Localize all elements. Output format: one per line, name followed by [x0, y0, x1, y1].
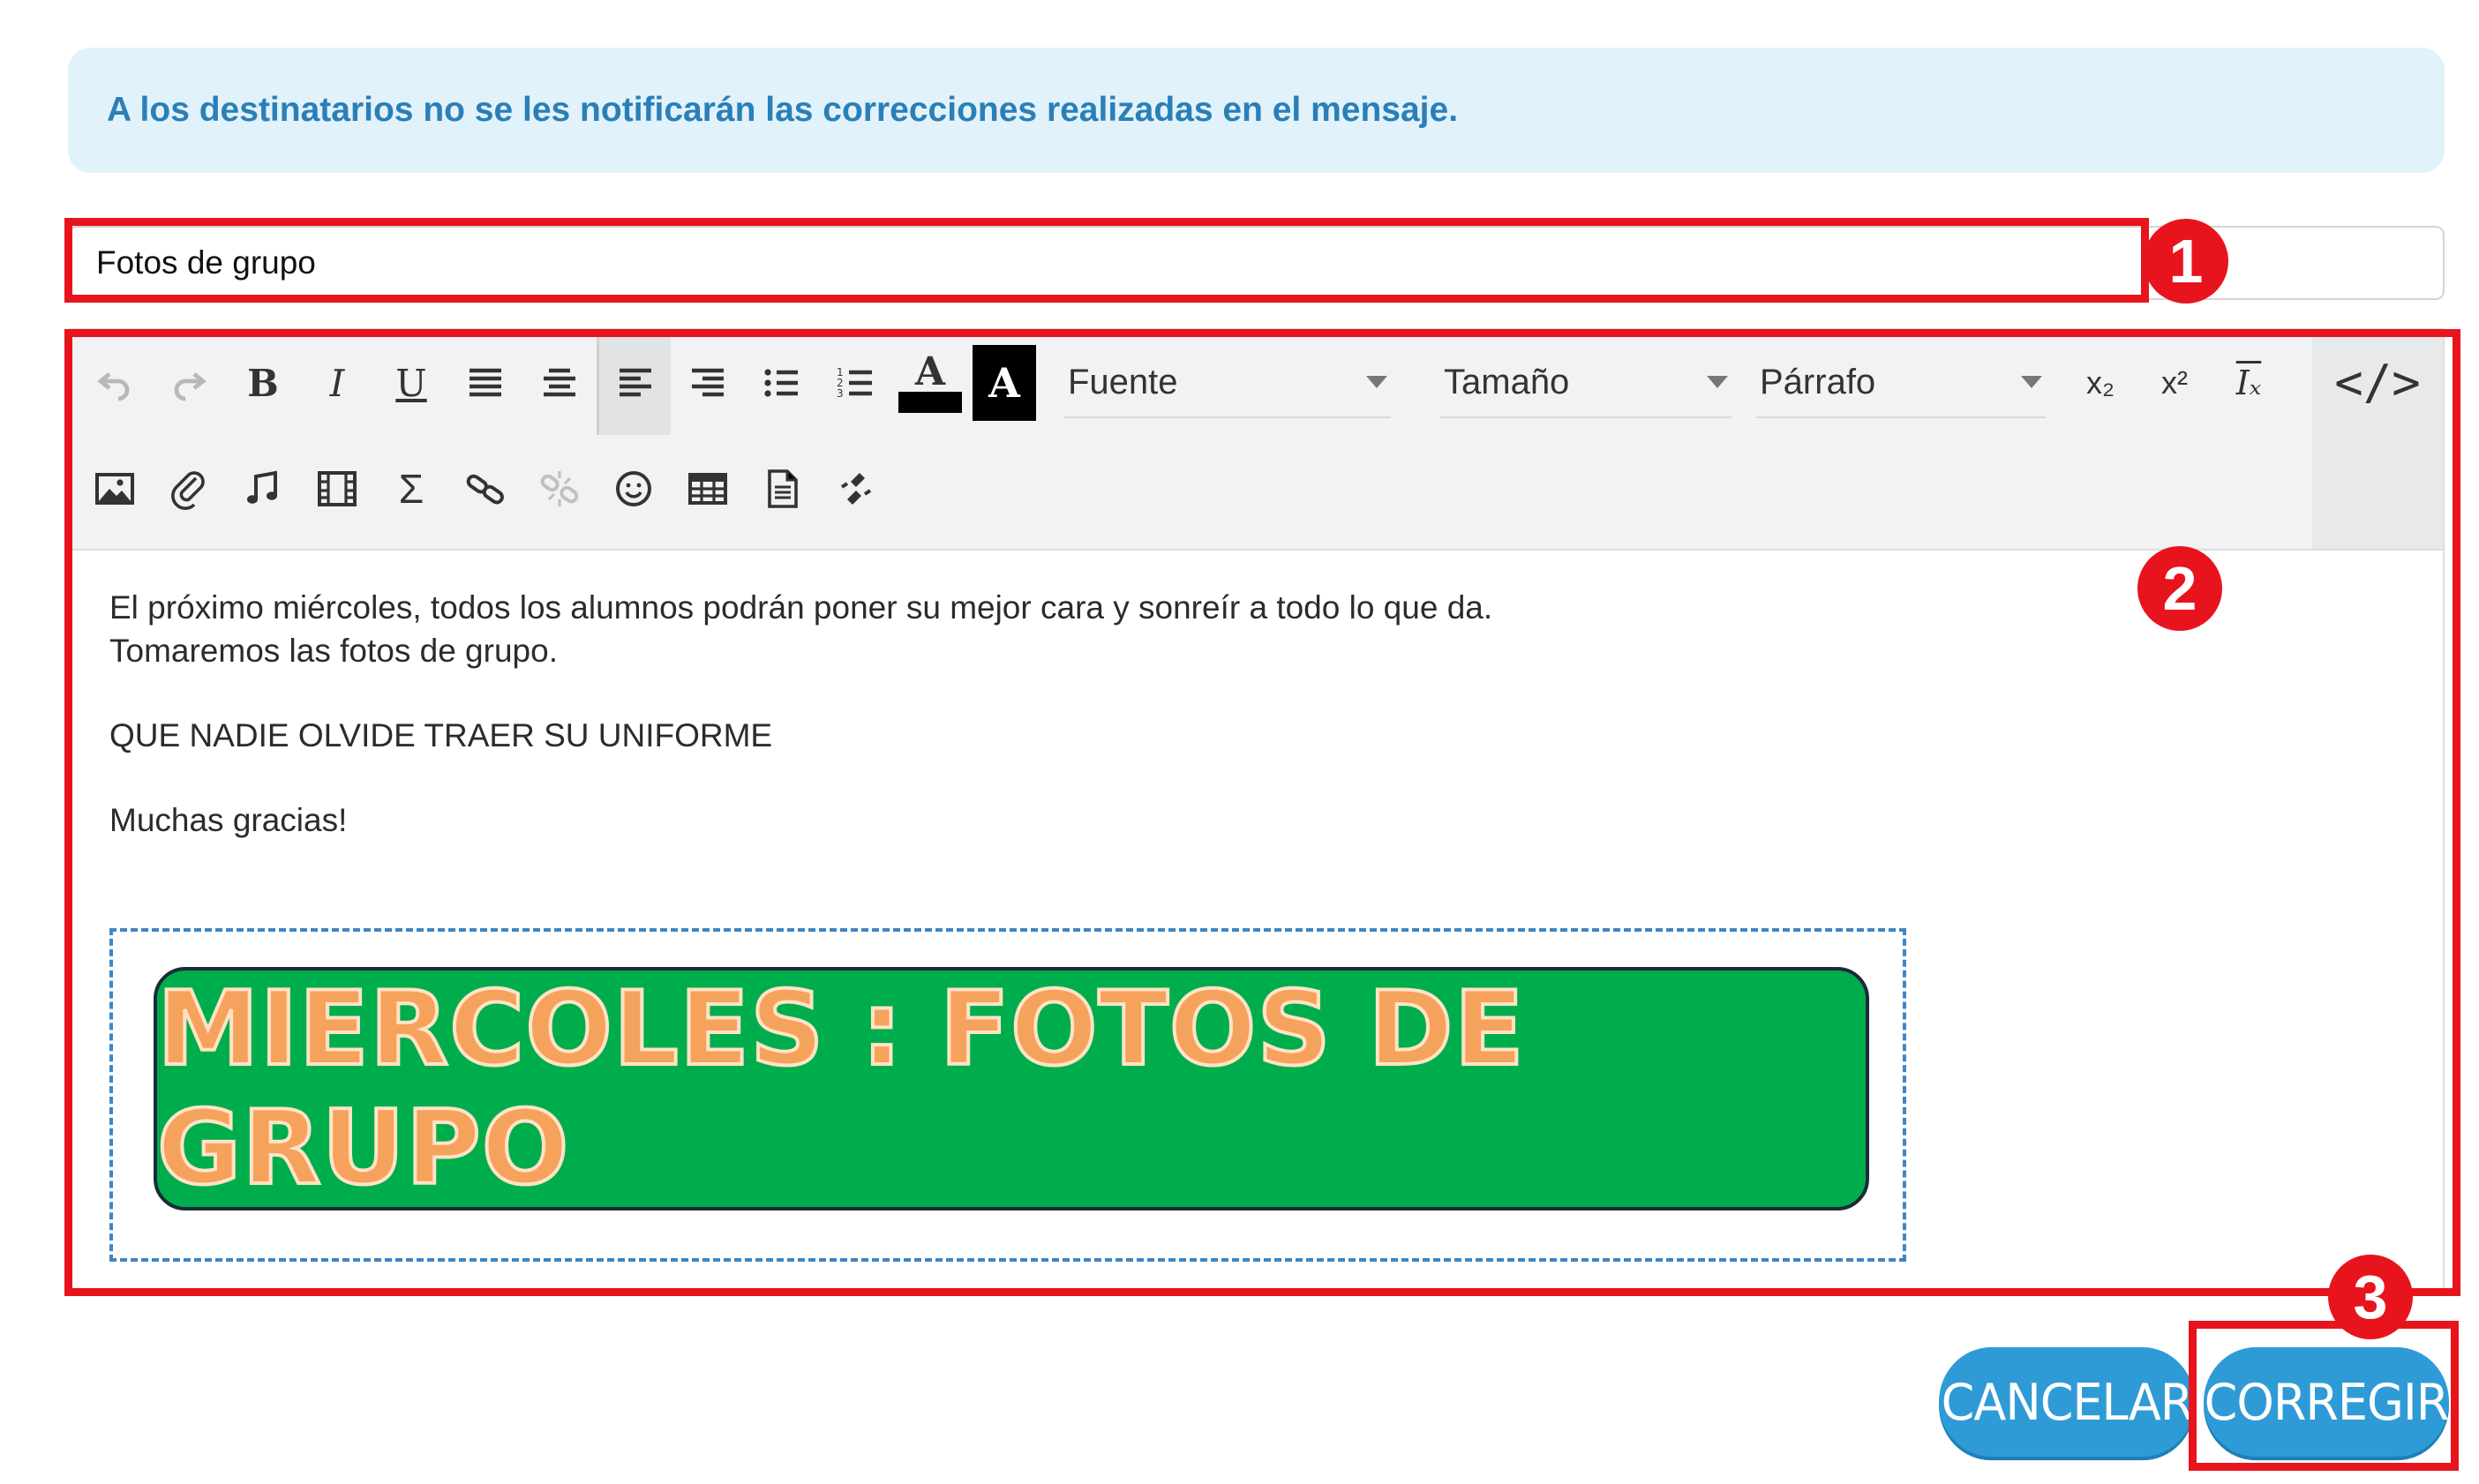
size-select[interactable]: Tamaño: [1440, 348, 1732, 418]
message-line: QUE NADIE OLVIDE TRAER SU UNIFORME: [109, 717, 773, 753]
toolbar-row-1: B I U 123 A A Fuente Tamaño Párrafo x₂ x…: [78, 330, 2286, 436]
size-select-label: Tamaño: [1444, 362, 1570, 401]
superscript-icon[interactable]: x²: [2137, 339, 2212, 427]
align-center-icon[interactable]: [522, 339, 597, 427]
emoji-icon[interactable]: [597, 445, 671, 533]
editor-toolbar: B I U 123 A A Fuente Tamaño Párrafo x₂ x…: [71, 330, 2443, 551]
template-icon[interactable]: [745, 445, 819, 533]
text-color-icon[interactable]: A: [893, 339, 967, 427]
embedded-banner-image[interactable]: MIERCOLES : FOTOS DE GRUPO: [154, 967, 1869, 1210]
table-icon[interactable]: [671, 445, 745, 533]
paragraph-select[interactable]: Párrafo: [1756, 348, 2046, 418]
svg-text:3: 3: [837, 387, 844, 400]
clear-format-icon[interactable]: Iₓ: [2212, 339, 2286, 427]
notice-text: A los destinatarios no se les notificará…: [107, 91, 1459, 129]
step-marker-3: 3: [2328, 1255, 2413, 1339]
redo-icon[interactable]: [152, 339, 226, 427]
subject-field[interactable]: [68, 226, 2445, 300]
video-icon[interactable]: [300, 445, 374, 533]
unlink-icon[interactable]: [522, 445, 597, 533]
font-select-label: Fuente: [1068, 362, 1178, 401]
italic-icon[interactable]: I: [300, 339, 374, 427]
notice-banner: A los destinatarios no se les notificará…: [68, 48, 2445, 173]
background-color-icon[interactable]: A: [967, 339, 1041, 427]
source-code-icon[interactable]: </>: [2312, 330, 2443, 549]
message-line: El próximo miércoles, todos los alumnos …: [109, 589, 1493, 626]
attachment-icon[interactable]: [152, 445, 226, 533]
undo-icon[interactable]: [78, 339, 152, 427]
step-marker-2: 2: [2137, 546, 2222, 631]
align-right-icon[interactable]: [671, 339, 745, 427]
align-justify-icon[interactable]: [448, 339, 522, 427]
subscript-icon[interactable]: x₂: [2063, 339, 2137, 427]
embedded-image-frame[interactable]: MIERCOLES : FOTOS DE GRUPO: [109, 928, 1906, 1262]
chevron-down-icon: [2021, 376, 2042, 388]
paragraph-select-label: Párrafo: [1760, 362, 1876, 401]
image-icon[interactable]: [78, 445, 152, 533]
formula-icon[interactable]: Σ: [374, 445, 448, 533]
align-left-icon[interactable]: [597, 331, 671, 435]
message-line: Muchas gracias!: [109, 802, 348, 838]
step-marker-1: 1: [2144, 219, 2228, 304]
bold-icon[interactable]: B: [226, 339, 300, 427]
link-icon[interactable]: [448, 445, 522, 533]
correct-button[interactable]: CORREGIR: [2204, 1347, 2449, 1457]
toolbar-row-2: Σ: [78, 436, 893, 542]
numbered-list-icon[interactable]: 123: [819, 339, 893, 427]
banner-text: MIERCOLES : FOTOS DE GRUPO: [155, 968, 1526, 1210]
message-body[interactable]: El próximo miércoles, todos los alumnos …: [109, 586, 2316, 842]
cancel-button[interactable]: CANCELAR: [1939, 1347, 2195, 1457]
bullet-list-icon[interactable]: [745, 339, 819, 427]
chevron-down-icon: [1366, 376, 1387, 388]
font-select[interactable]: Fuente: [1064, 348, 1391, 418]
subject-input[interactable]: [70, 228, 2443, 298]
message-line: Tomaremos las fotos de grupo.: [109, 633, 558, 669]
audio-icon[interactable]: [226, 445, 300, 533]
chevron-down-icon: [1707, 376, 1728, 388]
underline-icon[interactable]: U: [374, 339, 448, 427]
special-chars-icon[interactable]: [819, 445, 893, 533]
message-editor[interactable]: B I U 123 A A Fuente Tamaño Párrafo x₂ x…: [69, 328, 2445, 1292]
